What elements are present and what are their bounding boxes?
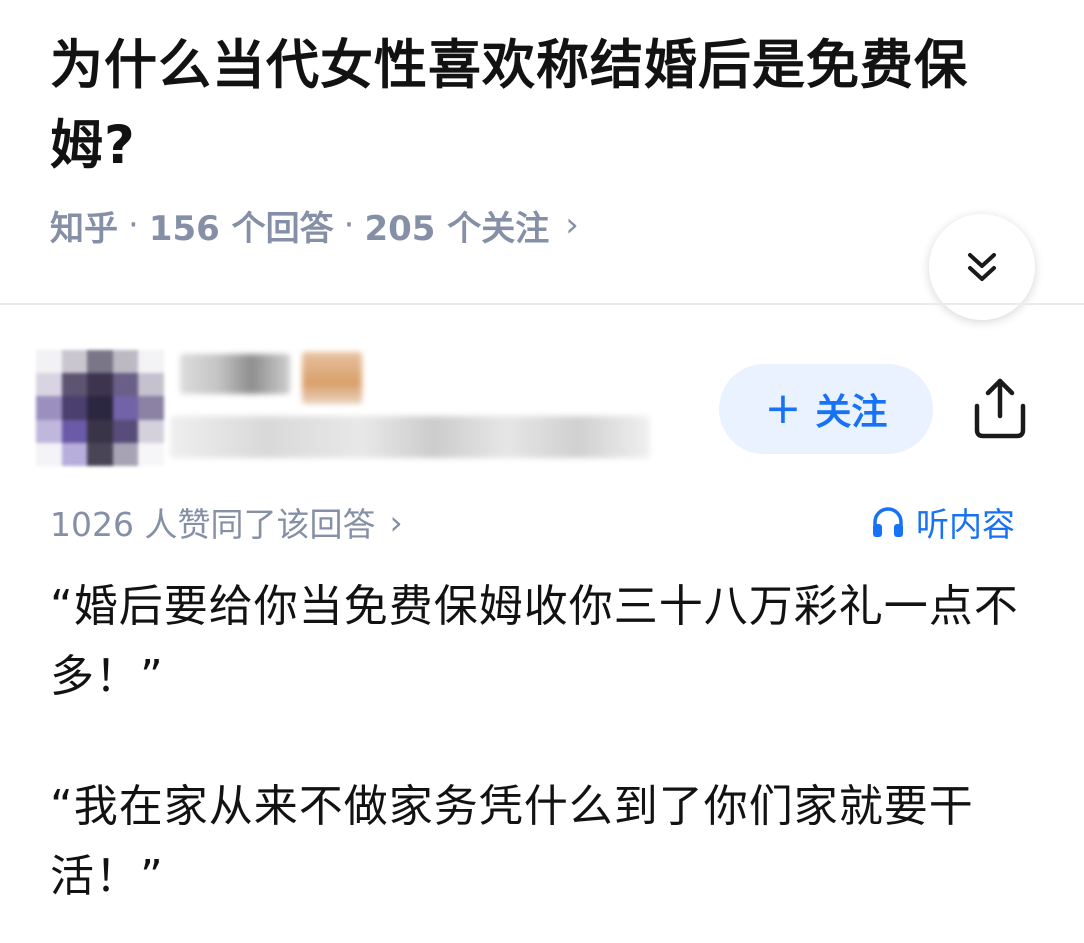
answers-count: 156 个回答 [148, 208, 334, 249]
chevron-right-icon: › [389, 502, 403, 542]
question-title: 为什么当代女性喜欢称结婚后是免费保姆? [50, 35, 968, 176]
answer-paragraph: “我在家从来不做家务凭什么到了你们家就要干活！” [50, 781, 974, 902]
upvote-count[interactable]: 1026 人赞同了该回答 › [50, 497, 403, 547]
meta-separator: · [128, 205, 139, 245]
listen-label: 听内容 [916, 505, 1015, 544]
share-button[interactable] [966, 372, 1034, 444]
plus-icon: + [764, 383, 802, 434]
follow-label: 关注 [815, 392, 888, 433]
avatar[interactable] [36, 350, 164, 466]
site-name: 知乎 [50, 208, 118, 249]
author-headline [170, 416, 650, 458]
followers-count: 205 个关注 [364, 208, 550, 249]
follow-button[interactable]: + 关注 [719, 364, 933, 454]
section-divider [0, 303, 1084, 305]
listen-button[interactable]: 听内容 [870, 497, 1015, 547]
meta-separator: · [343, 205, 355, 245]
question-meta[interactable]: 知乎 · 156 个回答 · 205 个关注 › [50, 200, 579, 250]
answer-paragraph: “婚后要给你当免费保姆收你三十八万彩礼一点不多！” [50, 581, 1019, 702]
double-chevron-down-icon [968, 253, 996, 281]
headphones-icon [873, 507, 903, 537]
share-icon [974, 378, 1026, 439]
upvote-text: 1026 人赞同了该回答 [50, 505, 376, 544]
chevron-right-icon: › [565, 205, 579, 245]
